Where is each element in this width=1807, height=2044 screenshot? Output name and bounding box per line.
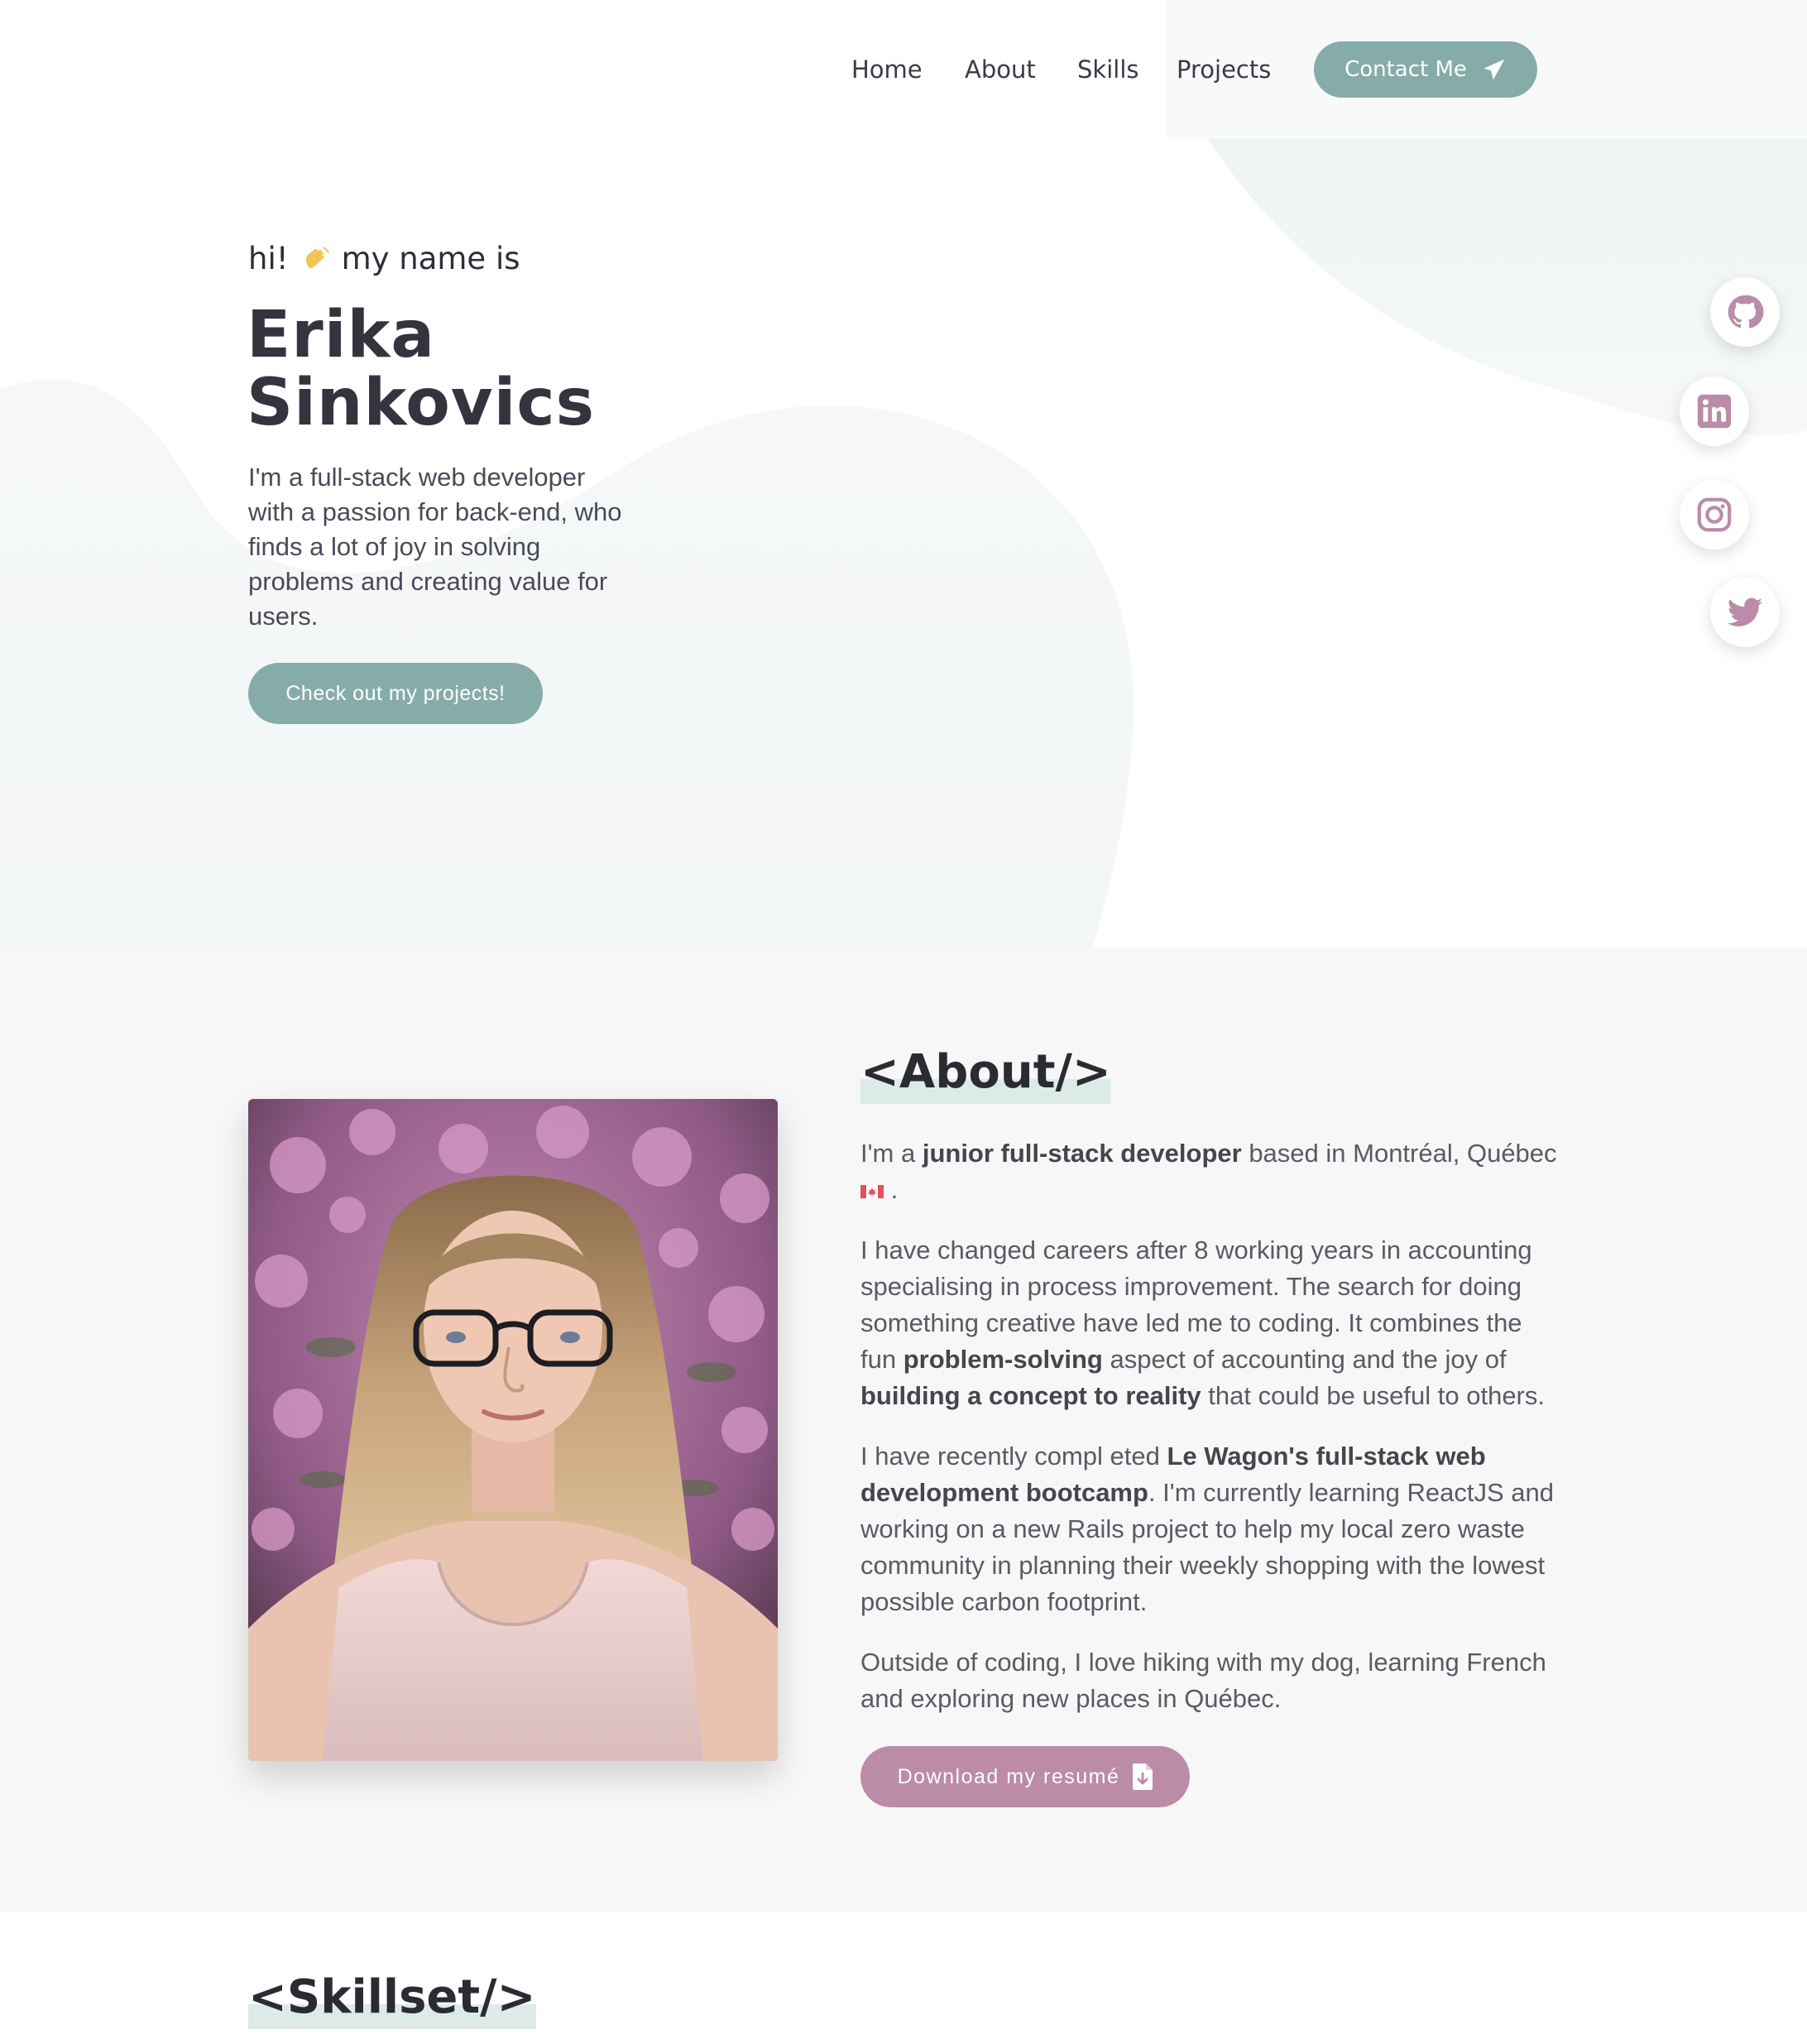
- about-title: <About/>: [860, 1045, 1111, 1104]
- about-paragraph-3: I have recently compl eted Le Wagon's fu…: [860, 1438, 1564, 1620]
- linkedin-icon: [1697, 394, 1732, 429]
- about-p2-text-c: that could be useful to others.: [1201, 1381, 1545, 1410]
- greeting-hi: hi!: [248, 241, 289, 276]
- about-section: <About/> I'm a junior full-stack develop…: [0, 948, 1807, 1912]
- navbar: Home About Skills Projects Contact Me: [0, 0, 1807, 139]
- hero-section: Home About Skills Projects Contact Me hi…: [0, 0, 1807, 948]
- about-p2-bold-a: problem-solving: [903, 1345, 1103, 1374]
- hero-first-name: Erika: [247, 298, 435, 372]
- file-download-icon: [1133, 1763, 1153, 1790]
- skills-section: <Skillset/>: [0, 1912, 1807, 2044]
- paper-plane-icon: [1483, 59, 1505, 80]
- about-p1-end: .: [884, 1175, 899, 1204]
- hero-last-name: Sinkovics: [247, 366, 596, 440]
- skills-title: <Skillset/>: [248, 1970, 536, 2029]
- about-title-close: />: [1055, 1045, 1111, 1099]
- hero-description: I'm a full-stack web developer with a pa…: [248, 463, 622, 631]
- github-link[interactable]: [1710, 277, 1780, 347]
- nav-projects-link[interactable]: Projects: [1177, 51, 1271, 88]
- skills-title-word: Skillset: [286, 1970, 481, 2024]
- about-p1-text: I'm a: [860, 1139, 923, 1168]
- skills-title-open: <: [248, 1970, 287, 2024]
- download-resume-label: Download my resumé: [897, 1764, 1120, 1788]
- contact-me-label: Contact Me: [1344, 57, 1467, 82]
- portrait-image: [248, 1099, 778, 1761]
- greeting-my-name-is: my name is: [341, 241, 520, 276]
- waving-hand-icon: [305, 247, 329, 268]
- hero-greeting: hi! my name is: [248, 238, 520, 280]
- about-p1-bold: junior full-stack developer: [922, 1139, 1242, 1168]
- nav-home-link[interactable]: Home: [851, 51, 923, 88]
- check-projects-button[interactable]: Check out my projects!: [248, 663, 543, 724]
- hero-name: Erika Sinkovics: [247, 301, 660, 437]
- download-resume-button[interactable]: Download my resumé: [860, 1746, 1190, 1807]
- about-title-open: <: [860, 1045, 899, 1099]
- contact-me-button[interactable]: Contact Me: [1314, 41, 1537, 98]
- about-p3-text-a: I have recently compl eted: [860, 1442, 1167, 1471]
- instagram-link[interactable]: [1680, 480, 1749, 549]
- about-p2-bold-b: building a concept to reality: [860, 1381, 1201, 1410]
- about-p1-location: based in Montréal, Québec: [1241, 1139, 1557, 1168]
- canada-flag-icon: [860, 1184, 884, 1198]
- instagram-icon: [1697, 497, 1732, 532]
- twitter-link[interactable]: [1710, 578, 1780, 647]
- about-p2-text-b: aspect of accounting and the joy of: [1102, 1345, 1507, 1374]
- about-text: I'm a junior full-stack developer based …: [860, 1135, 1564, 1741]
- nav-skills-link[interactable]: Skills: [1077, 51, 1138, 88]
- about-paragraph-4: Outside of coding, I love hiking with my…: [860, 1648, 1546, 1713]
- linkedin-link[interactable]: [1680, 377, 1749, 446]
- about-paragraph-1: I'm a junior full-stack developer based …: [860, 1135, 1564, 1208]
- profile-photo: [248, 1099, 778, 1761]
- github-icon: [1728, 295, 1764, 329]
- skills-title-close: />: [480, 1970, 536, 2024]
- nav-about-link[interactable]: About: [965, 51, 1036, 88]
- about-title-word: About: [899, 1045, 1056, 1099]
- twitter-icon: [1727, 597, 1763, 626]
- about-paragraph-2: I have changed careers after 8 working y…: [860, 1232, 1564, 1414]
